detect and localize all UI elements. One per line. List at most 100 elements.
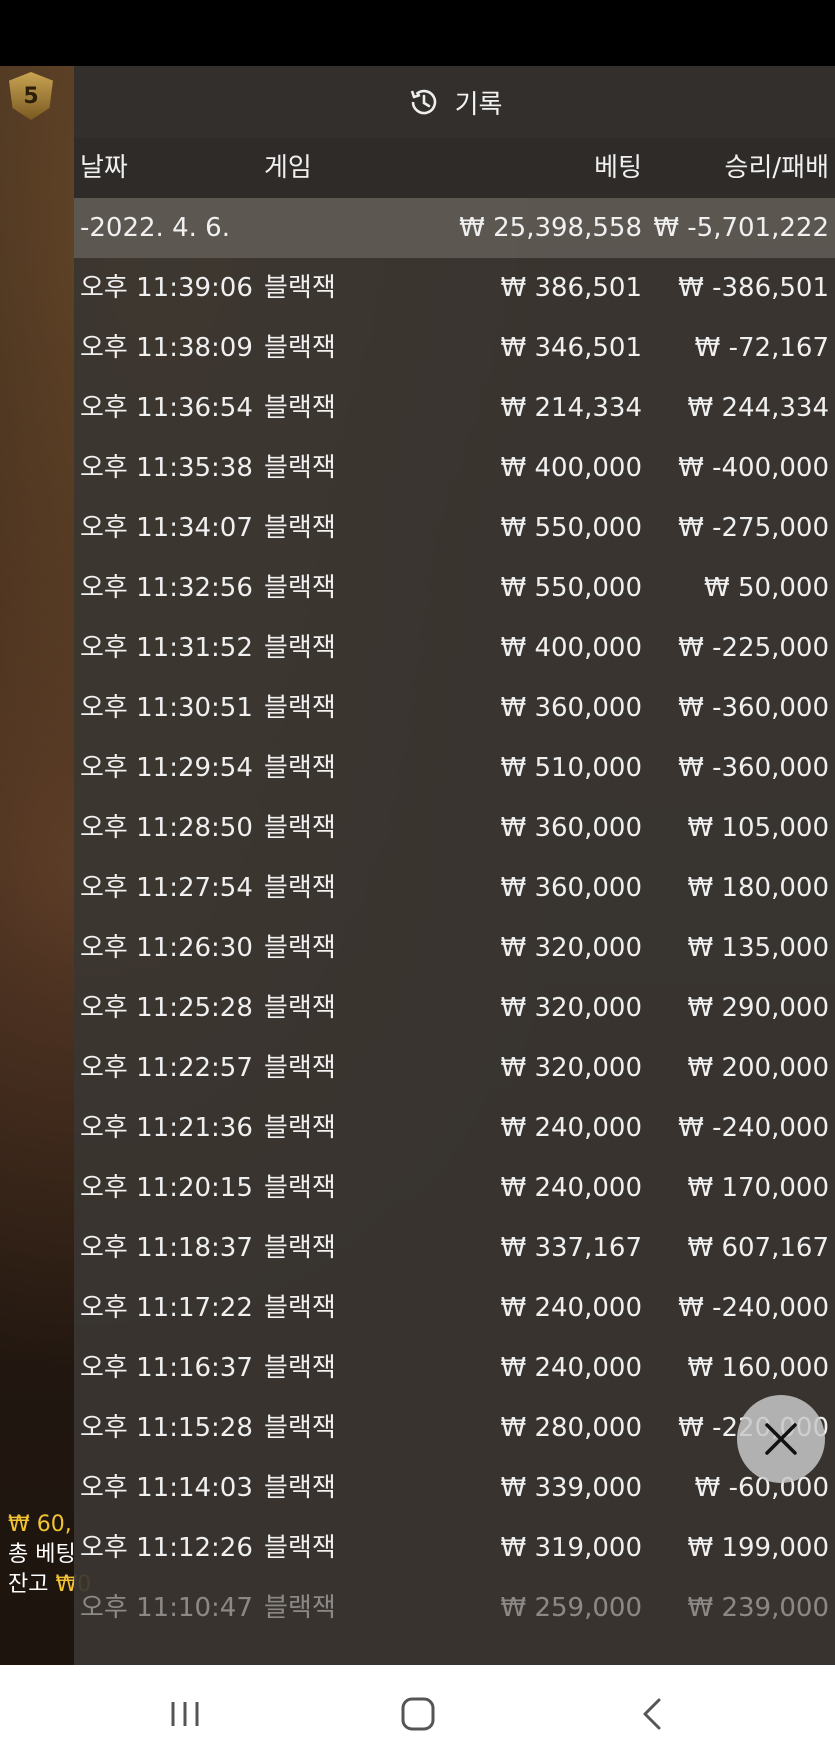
table-row[interactable]: 오후 11:25:28 블랙잭 ₩ 320,000 ₩ 290,000 [74, 978, 835, 1038]
table-row[interactable]: 오후 11:29:54 블랙잭 ₩ 510,000 ₩ -360,000 [74, 738, 835, 798]
col-date: 날짜 [80, 153, 128, 183]
table-row[interactable]: 오후 11:22:57 블랙잭 ₩ 320,000 ₩ 200,000 [74, 1038, 835, 1098]
total-bet-label: 총 베팅 [8, 1542, 76, 1567]
row-game: 블랙잭 [264, 933, 336, 963]
table-row[interactable]: 오후 11:34:07 블랙잭 ₩ 550,000 ₩ -275,000 [74, 498, 835, 558]
row-time: 오후 11:26:30 [80, 933, 253, 963]
table-row[interactable]: 오후 11:35:38 블랙잭 ₩ 400,000 ₩ -400,000 [74, 438, 835, 498]
close-button[interactable] [737, 1395, 825, 1483]
panel-title: 기록 [454, 89, 503, 120]
row-result: ₩ -275,000 [678, 513, 829, 543]
row-result: ₩ 199,000 [687, 1533, 830, 1563]
table-row[interactable]: 오후 11:15:28블랙잭₩ 280,000₩ -220,000 [74, 1398, 835, 1458]
row-bet: ₩ 360,000 [500, 873, 643, 903]
row-bet: ₩ 240,000 [500, 1353, 643, 1383]
row-time: 오후 11:38:09 [80, 333, 253, 363]
row-time: 오후 11:31:52 [80, 633, 253, 663]
summary-date: -2022. 4. 6. [80, 213, 230, 243]
status-bar [0, 0, 835, 66]
col-game: 게임 [264, 153, 312, 183]
row-result: ₩ -240,000 [678, 1293, 829, 1323]
row-bet: ₩ 339,000 [500, 1473, 643, 1503]
table-row[interactable]: 오후 11:20:15 블랙잭 ₩ 240,000 ₩ 170,000 [74, 1158, 835, 1218]
row-bet: ₩ 319,000 [500, 1533, 643, 1563]
history-icon [410, 89, 436, 115]
table-row[interactable]: 오후 11:14:03 블랙잭 ₩ 339,000 ₩ -60,000 [74, 1458, 835, 1518]
table-row[interactable]: 오후 11:26:30 블랙잭 ₩ 320,000 ₩ 135,000 [74, 918, 835, 978]
row-game: 블랙잭 [264, 633, 336, 663]
row-result: ₩ -400,000 [678, 453, 829, 483]
table-row[interactable]: 오후 11:30:51 블랙잭 ₩ 360,000 ₩ -360,000 [74, 678, 835, 738]
row-result: ₩ 290,000 [687, 993, 830, 1023]
row-game: 블랙잭 [264, 1473, 336, 1503]
row-bet: ₩ 386,501 [500, 273, 643, 303]
row-game: 블랙잭 [264, 1053, 336, 1083]
back-button[interactable] [627, 1689, 677, 1739]
row-game: 블랙잭 [264, 1293, 336, 1323]
row-result: ₩ 105,000 [687, 813, 830, 843]
table-row[interactable]: 오후 11:16:37 블랙잭 ₩ 240,000 ₩ 160,000 [74, 1338, 835, 1398]
row-bet: ₩ 360,000 [500, 693, 643, 723]
row-bet: ₩ 400,000 [500, 633, 643, 663]
row-result: ₩ -225,000 [678, 633, 829, 663]
home-button[interactable] [393, 1689, 443, 1739]
row-bet: ₩ 550,000 [500, 573, 643, 603]
row-bet: ₩ 510,000 [500, 753, 643, 783]
history-list[interactable]: 오후 11:39:06 블랙잭 ₩ 386,501 ₩ -386,501 오후 11:… [74, 258, 835, 1638]
row-bet: ₩ 550,000 [500, 513, 643, 543]
row-time: 오후 11:27:54 [80, 873, 253, 903]
close-icon [765, 1423, 797, 1455]
row-game: 블랙잭 [264, 1413, 336, 1443]
row-time: 오후 11:20:15 [80, 1173, 253, 1203]
row-time: 오후 11:18:37 [80, 1233, 253, 1263]
row-time: 오후 11:22:57 [80, 1053, 253, 1083]
table-row[interactable]: 오후 11:12:26 블랙잭 ₩ 319,000 ₩ 199,000 [74, 1518, 835, 1578]
table-row[interactable]: 오후 11:38:09 블랙잭 ₩ 346,501 ₩ -72,167 [74, 318, 835, 378]
table-row[interactable]: 오후 11:32:56 블랙잭 ₩ 550,000 ₩ 50,000 [74, 558, 835, 618]
row-time: 오후 11:29:54 [80, 753, 253, 783]
table-row[interactable]: 오후 11:28:50 블랙잭 ₩ 360,000 ₩ 105,000 [74, 798, 835, 858]
row-bet: ₩ 320,000 [500, 993, 643, 1023]
table-row[interactable]: 오후 11:10:47 블랙잭 ₩ 259,000 ₩ 239,000 [74, 1578, 835, 1638]
row-result: ₩ -240,000 [678, 1113, 829, 1143]
row-bet: ₩ 320,000 [500, 1053, 643, 1083]
date-summary-row[interactable]: -2022. 4. 6. ₩ 25,398,558 ₩ -5,701,222 [74, 198, 835, 258]
row-result: ₩ -72,167 [694, 333, 829, 363]
row-game: 블랙잭 [264, 513, 336, 543]
row-bet: ₩ 337,167 [500, 1233, 643, 1263]
table-row[interactable]: 오후 11:31:52 블랙잭 ₩ 400,000 ₩ -225,000 [74, 618, 835, 678]
table-row[interactable]: 오후 11:36:54 블랙잭 ₩ 214,334 ₩ 244,334 [74, 378, 835, 438]
row-result: ₩ 160,000 [687, 1353, 830, 1383]
row-game: 블랙잭 [264, 273, 336, 303]
row-game: 블랙잭 [264, 693, 336, 723]
back-icon [643, 1698, 661, 1730]
bet-amount: ₩ 60, [8, 1512, 72, 1537]
row-bet: ₩ 240,000 [500, 1293, 643, 1323]
row-bet: ₩ 240,000 [500, 1173, 643, 1203]
row-time: 오후 11:16:37 [80, 1353, 253, 1383]
row-bet: ₩ 240,000 [500, 1113, 643, 1143]
balance-label: 잔고 [8, 1572, 49, 1597]
row-game: 블랙잭 [264, 333, 336, 363]
table-row[interactable]: 오후 11:27:54 블랙잭 ₩ 360,000 ₩ 180,000 [74, 858, 835, 918]
row-time: 오후 11:36:54 [80, 393, 253, 423]
row-result: ₩ 200,000 [687, 1053, 830, 1083]
row-time: 오후 11:32:56 [80, 573, 253, 603]
panel-header: 기록 [74, 66, 835, 138]
row-bet: ₩ 360,000 [500, 813, 643, 843]
table-row[interactable]: 오후 11:18:37 블랙잭 ₩ 337,167 ₩ 607,167 [74, 1218, 835, 1278]
history-panel: 기록 날짜 게임 베팅 승리/패배 -2022. 4. 6. ₩ 25,398,… [74, 66, 835, 1665]
table-row[interactable]: 오후 11:39:06 블랙잭 ₩ 386,501 ₩ -386,501 [74, 258, 835, 318]
row-time: 오후 11:39:06 [80, 273, 253, 303]
recent-apps-icon [171, 1702, 199, 1726]
level-value: 5 [23, 83, 39, 109]
table-row[interactable]: 오후 11:17:22 블랙잭 ₩ 240,000 ₩ -240,000 [74, 1278, 835, 1338]
row-time: 오후 11:21:36 [80, 1113, 253, 1143]
row-bet: ₩ 280,000 [500, 1413, 643, 1443]
col-bet: 베팅 [594, 153, 642, 183]
recent-apps-button[interactable] [160, 1689, 210, 1739]
row-time: 오후 11:30:51 [80, 693, 253, 723]
summary-bet: ₩ 25,398,558 [459, 213, 642, 243]
row-game: 블랙잭 [264, 1533, 336, 1563]
table-row[interactable]: 오후 11:21:36 블랙잭 ₩ 240,000 ₩ -240,000 [74, 1098, 835, 1158]
